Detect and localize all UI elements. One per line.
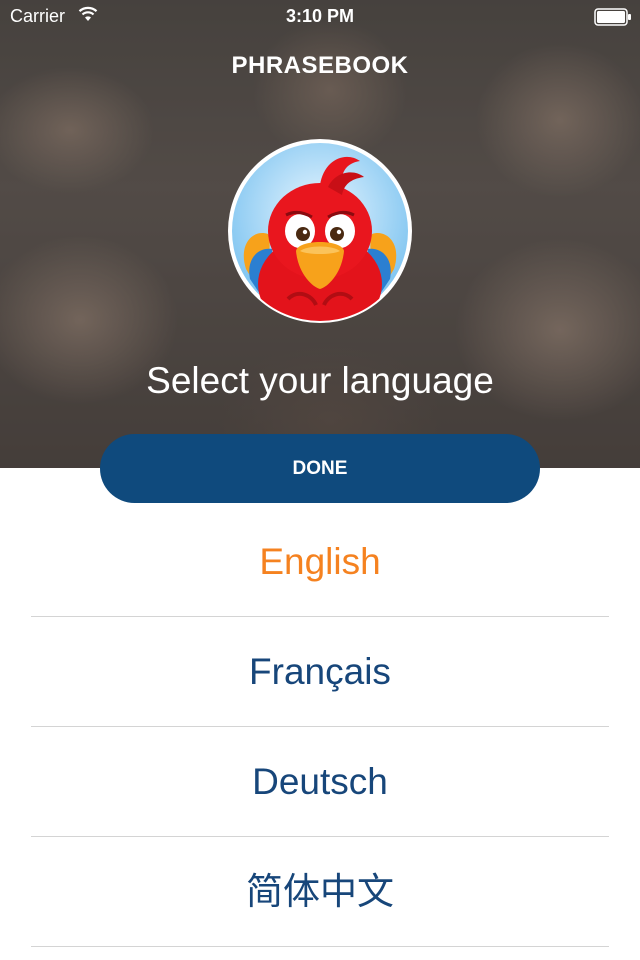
done-button[interactable]: DONE — [100, 434, 540, 503]
language-option-francais[interactable]: Français — [0, 617, 640, 727]
language-list: English Français Deutsch 简体中文 — [0, 507, 640, 947]
language-option-english[interactable]: English — [0, 507, 640, 617]
language-option-deutsch[interactable]: Deutsch — [0, 727, 640, 837]
status-bar: Carrier 3:10 PM — [0, 0, 640, 32]
status-time: 3:10 PM — [285, 6, 355, 26]
app-title: PHRASEBOOK — [231, 52, 409, 79]
language-option-simplified-chinese[interactable]: 简体中文 — [0, 837, 640, 947]
parrot-logo-icon — [228, 139, 412, 323]
battery-icon — [594, 8, 632, 31]
select-language-heading: Select your language — [146, 360, 494, 401]
